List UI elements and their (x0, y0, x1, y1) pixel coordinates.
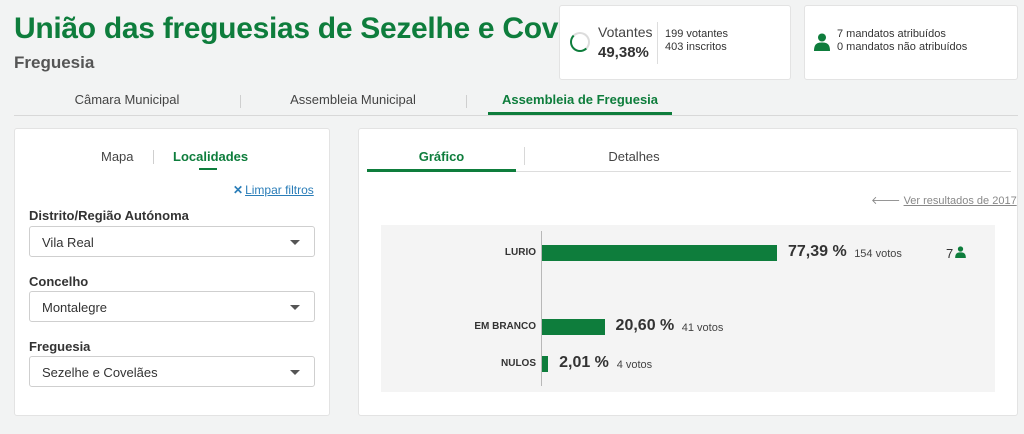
freguesia-value: Sezelhe e Covelães (42, 365, 158, 380)
concelho-value: Montalegre (42, 300, 108, 315)
active-tab-indicator (488, 112, 672, 115)
bar-percent-label: 20,60 % (615, 317, 675, 334)
page-title: União das freguesias de Sezelhe e Covelã… (14, 12, 632, 45)
filters-panel: Mapa Localidades ✕ Limpar filtros Distrit… (14, 128, 330, 416)
page-subtitle: Freguesia (14, 53, 95, 72)
result-bar (542, 319, 605, 335)
active-filter-tab-indicator (199, 168, 217, 170)
concelho-label: Concelho (29, 274, 89, 289)
person-icon (955, 246, 967, 258)
bar-votes-label: 4 votos (616, 359, 653, 371)
bar-votes-label: 154 votos (854, 248, 902, 260)
active-results-tab-indicator (367, 169, 516, 172)
close-icon: ✕ (233, 183, 244, 197)
distrito-label: Distrito/Região Autónoma (29, 208, 189, 223)
seats-count-value: 7 (946, 246, 954, 261)
caret-down-icon (290, 240, 300, 245)
results-tab-divider (524, 147, 525, 165)
inscritos-count: 403 inscritos (665, 41, 727, 53)
mandatos-card: 7 mandatos atribuídos 0 mandatos não atr… (804, 5, 1018, 80)
tab-detalhes[interactable]: Detalhes (524, 149, 744, 164)
tab-localidades[interactable]: Localidades (173, 149, 248, 164)
previous-results-label: Ver resultados de 2017 (903, 195, 1017, 207)
clear-filters-link[interactable]: ✕ Limpar filtros (233, 183, 314, 197)
result-bar (542, 356, 549, 372)
freguesia-select[interactable]: Sezelhe e Covelães (29, 356, 315, 387)
tab-grafico[interactable]: Gráfico (367, 149, 516, 164)
mandatos-atribuidos: 7 mandatos atribuídos (837, 28, 946, 40)
tab-mapa[interactable]: Mapa (101, 149, 134, 164)
bar-percent-label: 2,01 % (559, 354, 609, 371)
previous-results-link[interactable]: 🡐 Ver resultados de 2017 (871, 193, 1017, 207)
freguesia-label: Freguesia (29, 339, 91, 354)
person-icon (814, 33, 830, 51)
concelho-select[interactable]: Montalegre (29, 291, 315, 322)
results-panel: Gráfico Detalhes 🡐 Ver resultados de 201… (358, 128, 1018, 416)
arrow-left-icon: 🡐 (871, 195, 901, 207)
bar-percent-label: 77,39 % (788, 243, 847, 260)
votantes-percent: 49,38% (598, 44, 649, 61)
clear-filters-label: Limpar filtros (245, 183, 314, 197)
tab-assembleia-municipal[interactable]: Assembleia Municipal (240, 92, 466, 107)
results-tabs: Gráfico Detalhes (367, 142, 1011, 172)
tab-assembleia-freguesia[interactable]: Assembleia de Freguesia (488, 92, 672, 107)
results-bar-chart: LURIO 77,39 % 154 votos 7 EM BRANCO 20,60 % 41… (381, 225, 995, 392)
bar-votes-label: 41 votos (681, 322, 724, 334)
votantes-divider (657, 22, 658, 64)
category-label: LURIO (504, 247, 536, 258)
tab-divider (466, 95, 467, 108)
distrito-value: Vila Real (42, 235, 94, 250)
votantes-card: Votantes 49,38% 199 votantes 403 inscrit… (559, 5, 791, 80)
category-label: EM BRANCO (474, 321, 536, 332)
votantes-count: 199 votantes (665, 28, 728, 40)
mandatos-nao-atribuidos: 0 mandatos não atribuídos (837, 41, 968, 53)
turnout-progress-icon (570, 32, 590, 52)
distrito-select[interactable]: Vila Real (29, 226, 315, 257)
result-bar (542, 245, 777, 261)
caret-down-icon (290, 305, 300, 310)
seats-count: 7 (946, 246, 967, 261)
tab-camara-municipal[interactable]: Câmara Municipal (14, 92, 240, 107)
caret-down-icon (290, 370, 300, 375)
votantes-label: Votantes (598, 24, 653, 40)
filter-tab-divider (153, 150, 154, 164)
category-label: NULOS (501, 358, 536, 369)
